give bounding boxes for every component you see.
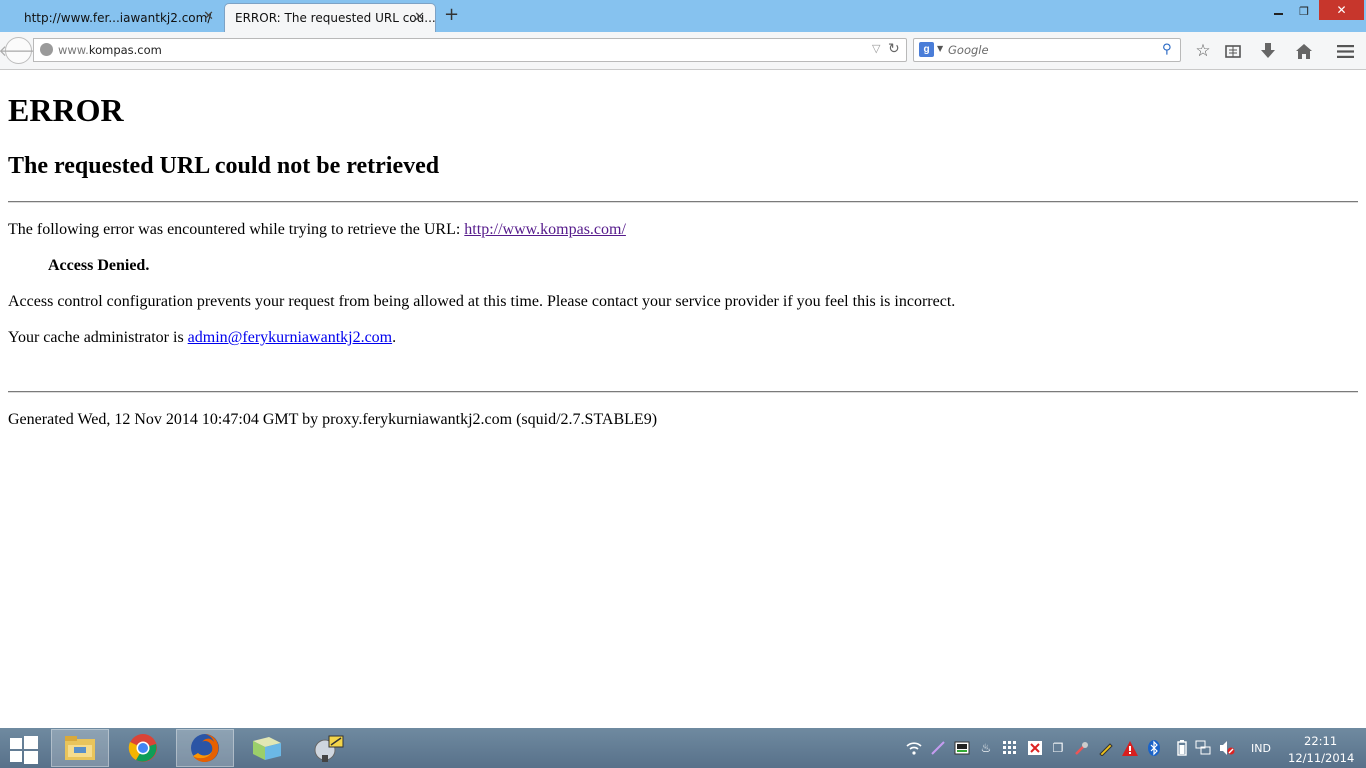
firefox-button[interactable] <box>176 729 234 767</box>
back-button[interactable]: 🡐 <box>0 37 39 64</box>
page-content: ERROR The requested URL could not be ret… <box>0 70 1366 728</box>
taskbar: ♨ ❐ IND 22:11 12/11/2014 <box>0 728 1366 768</box>
error-description: The following error was encountered whil… <box>8 221 626 238</box>
engine-dropdown-icon[interactable]: ▼ <box>937 44 943 53</box>
pen-icon[interactable] <box>930 740 946 756</box>
network-icon[interactable] <box>1195 740 1211 756</box>
chrome-button[interactable] <box>114 729 172 767</box>
minimize-button[interactable] <box>1266 0 1290 22</box>
google-icon[interactable]: g <box>919 42 934 57</box>
close-window-button[interactable]: ✕ <box>1319 0 1364 20</box>
battery-icon[interactable] <box>1174 740 1190 756</box>
clock-time[interactable]: 22:11 <box>1304 734 1337 748</box>
divider <box>8 201 1358 203</box>
generated-footer: Generated Wed, 12 Nov 2014 10:47:04 GMT … <box>8 411 658 428</box>
pencil-icon[interactable] <box>1098 740 1114 756</box>
reload-icon[interactable]: ↻ <box>888 41 900 57</box>
downloads-icon[interactable] <box>1257 40 1279 62</box>
title-bar: http://www.fer...iawantkj2.com/ ✕ ERROR:… <box>0 0 1366 32</box>
url-text[interactable]: www.kompas.com <box>58 43 162 57</box>
chrome-icon <box>128 734 157 762</box>
navigation-toolbar: 🡐 www.kompas.com ▽ ↻ g ▼ ⚲ ☆ <box>0 32 1366 70</box>
grid-icon[interactable] <box>1002 740 1018 756</box>
magnifier-icon[interactable]: ⚲ <box>1162 42 1172 57</box>
address-bar[interactable]: www.kompas.com ▽ ↻ <box>33 38 907 62</box>
url-link[interactable]: http://www.kompas.com/ <box>464 221 626 238</box>
admin-email-link[interactable]: admin@ferykurniawantkj2.com <box>188 329 392 346</box>
security-alert-icon[interactable] <box>1027 740 1043 756</box>
home-icon[interactable] <box>1293 40 1315 62</box>
tab-close-icon[interactable]: ✕ <box>414 10 425 25</box>
bluetooth-icon[interactable] <box>1146 740 1162 756</box>
bookmark-star-icon[interactable]: ☆ <box>1192 40 1214 62</box>
file-explorer-button[interactable] <box>51 729 109 767</box>
copy-icon[interactable]: ❐ <box>1050 740 1066 756</box>
firefox-icon <box>191 734 219 762</box>
flash-icon[interactable]: ♨ <box>978 740 994 756</box>
start-button[interactable] <box>10 736 38 764</box>
app-icon <box>314 735 344 762</box>
wifi-icon[interactable] <box>906 740 922 756</box>
tab-close-icon[interactable]: ✕ <box>203 9 214 24</box>
volume-muted-icon[interactable] <box>1219 740 1235 756</box>
tab-label: http://www.fer...iawantkj2.com/ <box>24 10 212 25</box>
search-bar: g ▼ ⚲ <box>913 38 1181 62</box>
access-control-message: Access control configuration prevents yo… <box>8 293 956 310</box>
network-tool-button[interactable] <box>300 729 358 767</box>
folder-app-button[interactable] <box>238 729 296 767</box>
menu-icon[interactable] <box>1334 40 1356 62</box>
dropmarker-icon[interactable]: ▽ <box>872 42 880 55</box>
admin-line: Your cache administrator is admin@feryku… <box>8 329 397 346</box>
divider <box>8 391 1358 393</box>
minimize-icon <box>1273 13 1283 15</box>
tab-error[interactable]: ERROR: The requested URL cou... ✕ <box>224 3 436 32</box>
ime-icon[interactable] <box>954 740 970 756</box>
reading-list-icon[interactable] <box>1222 40 1244 62</box>
tool-icon[interactable] <box>1074 740 1090 756</box>
tab-proxy[interactable]: http://www.fer...iawantkj2.com/ ✕ <box>8 3 224 32</box>
access-denied-label: Access Denied. <box>48 257 150 274</box>
restore-icon: ❐ <box>1299 4 1309 18</box>
error-title: ERROR <box>8 92 124 128</box>
warning-icon[interactable] <box>1122 740 1138 756</box>
tab-label: ERROR: The requested URL cou... <box>235 11 435 25</box>
language-indicator[interactable]: IND <box>1251 742 1271 755</box>
windows-logo-icon <box>10 738 22 749</box>
error-subtitle: The requested URL could not be retrieved <box>8 153 440 179</box>
new-tab-button[interactable]: + <box>444 4 459 25</box>
file-explorer-icon <box>65 736 95 760</box>
folder-icon <box>253 737 281 760</box>
clock-date[interactable]: 12/11/2014 <box>1288 751 1354 765</box>
globe-icon <box>40 43 53 56</box>
restore-button[interactable]: ❐ <box>1292 0 1316 22</box>
close-icon: ✕ <box>1336 3 1347 17</box>
search-input[interactable] <box>948 40 1158 60</box>
